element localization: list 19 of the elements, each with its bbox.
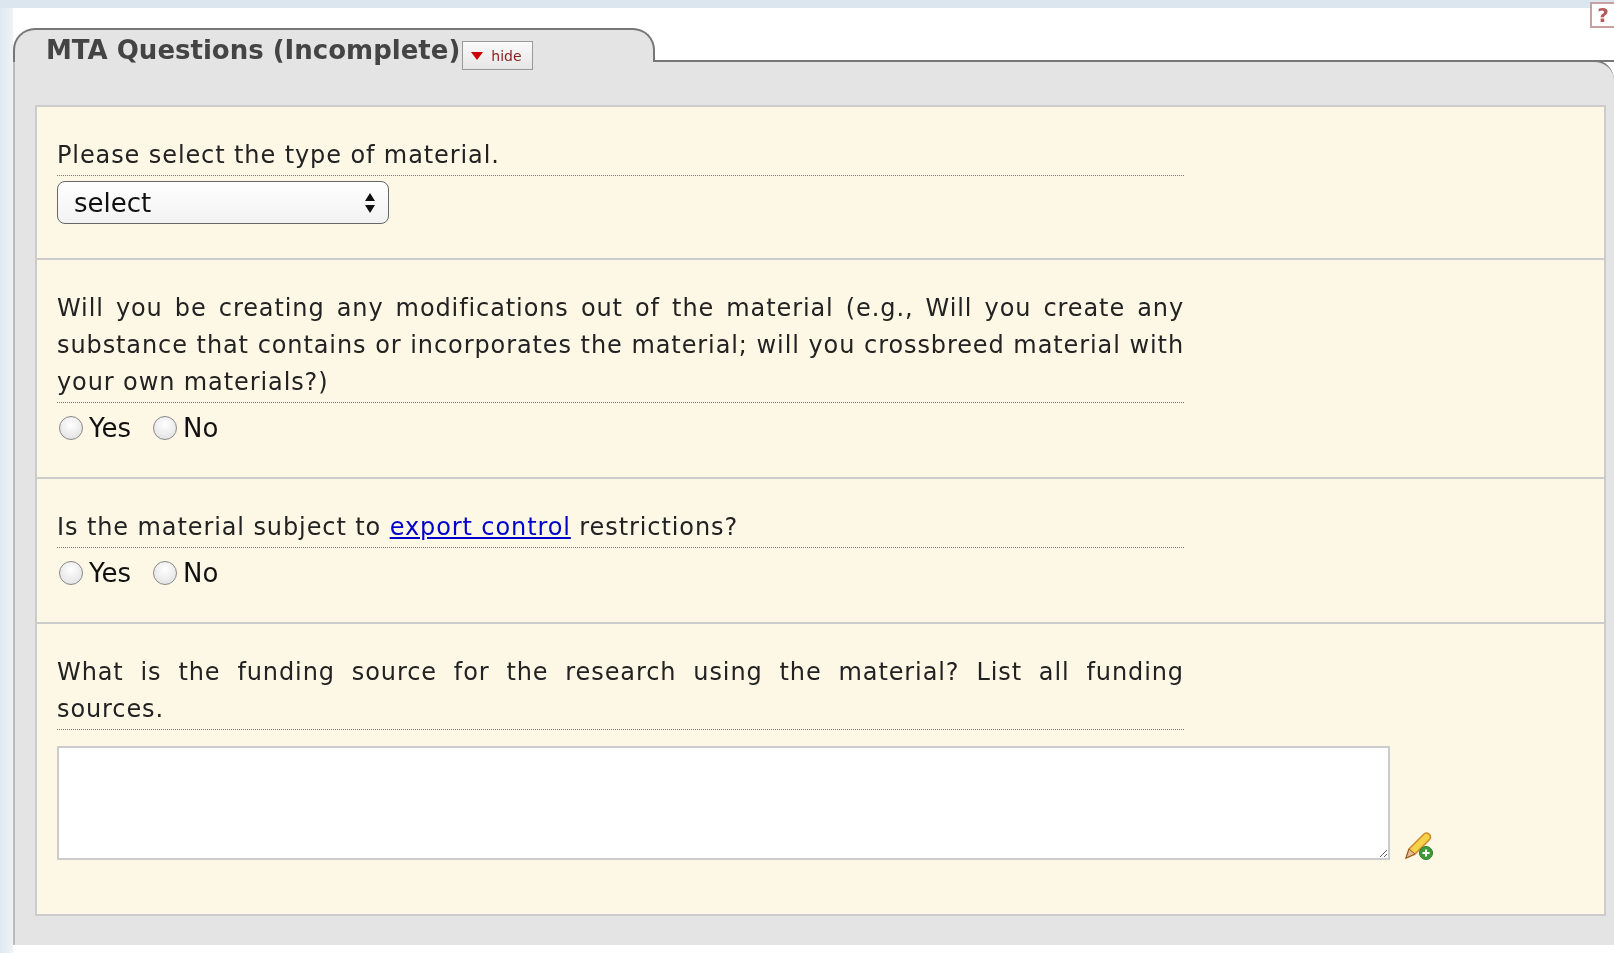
answer-box[interactable]: [57, 746, 1390, 860]
radio-button[interactable]: [153, 561, 177, 585]
radio-button[interactable]: [153, 416, 177, 440]
question-text: Will you be creating any modifications out of the material (e.g., Will you create any substance that contains or incorporates the material; will you crossbreed material with your own materials?): [57, 290, 1184, 403]
radio-option[interactable]: Yes: [59, 558, 131, 588]
question-text: Please select the type of material.: [57, 137, 1184, 176]
radio-option[interactable]: Yes: [59, 413, 131, 443]
radio-option[interactable]: No: [153, 558, 219, 588]
export-control-link[interactable]: export control: [389, 513, 571, 541]
question-text: What is the funding source for the research using the material? List all funding sources.: [57, 654, 1184, 730]
question-text: Is the material subject to export control restrictions?: [57, 509, 1184, 548]
radio-option[interactable]: No: [153, 413, 219, 443]
radio-button[interactable]: [59, 416, 83, 440]
help-icon[interactable]: ?: [1590, 2, 1614, 28]
dropdown-arrows-icon: [364, 191, 376, 214]
material-type-dropdown[interactable]: select: [57, 181, 389, 224]
panel-title: MTA Questions (Incomplete): [46, 34, 461, 67]
radio-button[interactable]: [59, 561, 83, 585]
hide-button[interactable]: hide: [462, 41, 533, 70]
